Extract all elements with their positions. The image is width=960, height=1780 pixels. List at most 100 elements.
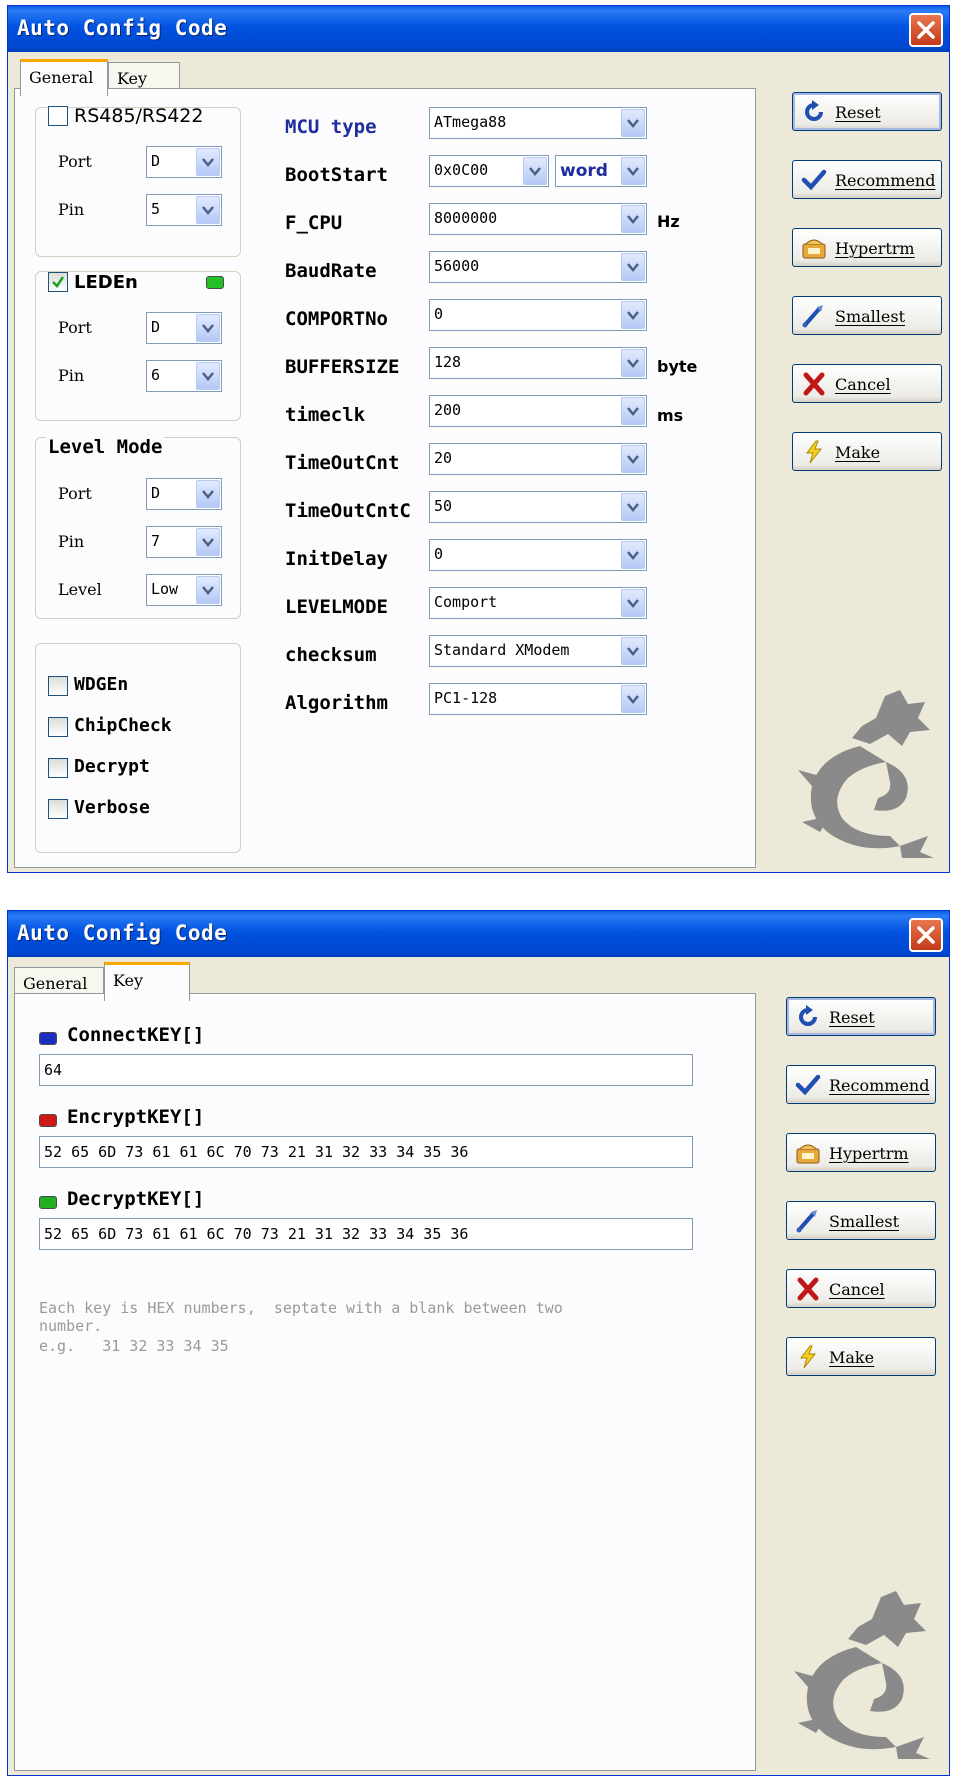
decrypt-checkbox[interactable] (48, 758, 68, 778)
comportno-label: COMPORTNo (285, 308, 388, 330)
verbose-checkbox[interactable] (48, 799, 68, 819)
level-level-select[interactable]: Low (146, 574, 222, 606)
hypertrm-button[interactable]: Hypertrm (792, 228, 942, 267)
baudrate-select[interactable]: 56000 (429, 251, 647, 283)
brush-icon (796, 1210, 817, 1233)
chevron-down-icon (196, 576, 220, 604)
reset-button[interactable]: Reset (786, 997, 936, 1036)
chevron-down-icon (621, 397, 645, 425)
chipcheck-checkbox[interactable] (48, 717, 68, 737)
leden-port-label: Port (58, 318, 92, 337)
window-title: Auto Config Code (17, 16, 228, 40)
cancel-button[interactable]: Cancel (792, 364, 942, 403)
lightning-icon (800, 1345, 817, 1369)
dragon-logo-icon (794, 1591, 930, 1759)
rs485-label: RS485/RS422 (74, 105, 204, 127)
chevron-down-icon (196, 314, 220, 342)
chevron-down-icon (621, 109, 645, 137)
close-button[interactable] (909, 918, 943, 952)
buffersize-unit: byte (657, 357, 698, 376)
level-port-label: Port (58, 484, 92, 503)
decrypt-key-input[interactable]: 52 65 6D 73 61 61 6C 70 73 21 31 32 33 3… (39, 1218, 693, 1250)
chevron-down-icon (196, 196, 220, 224)
smallest-button[interactable]: Smallest (786, 1201, 936, 1240)
led-indicator-icon (206, 276, 224, 289)
chevron-down-icon (621, 589, 645, 617)
leden-checkbox[interactable] (48, 272, 68, 292)
phone-terminal-icon (802, 239, 826, 259)
checksum-select[interactable]: Standard XModem (429, 635, 647, 667)
chevron-down-icon (196, 480, 220, 508)
bootstart-label: BootStart (285, 164, 388, 186)
rs485-pin-select[interactable]: 5 (146, 194, 222, 226)
title-bar[interactable]: Auto Config Code (8, 911, 949, 957)
baudrate-label: BaudRate (285, 260, 377, 282)
decrypt-key-label: DecryptKEY[] (67, 1188, 205, 1210)
cancel-x-icon (803, 372, 825, 396)
key-hint-line1: Each key is HEX numbers, septate with a … (39, 1299, 563, 1317)
chevron-down-icon (621, 301, 645, 329)
algorithm-select[interactable]: PC1-128 (429, 683, 647, 715)
reset-button[interactable]: Reset (792, 92, 942, 131)
timeoutcntc-label: TimeOutCntC (285, 500, 411, 522)
tab-general[interactable]: General (20, 59, 108, 96)
mcu-type-select[interactable]: ATmega88 (429, 107, 647, 139)
bootstart-unit-select[interactable]: word (555, 155, 647, 187)
wdgen-checkbox[interactable] (48, 676, 68, 696)
leden-pin-select[interactable]: 6 (146, 360, 222, 392)
key-panel: ConnectKEY[] 64 EncryptKEY[] 52 65 6D 73… (14, 993, 756, 1771)
options-group: WDGEn ChipCheck Decrypt Verbose (35, 643, 241, 853)
buffersize-select[interactable]: 128 (429, 347, 647, 379)
recommend-button[interactable]: Recommend (792, 160, 942, 199)
chevron-down-icon (196, 362, 220, 390)
chevron-down-icon (621, 253, 645, 281)
encrypt-key-label: EncryptKEY[] (67, 1106, 205, 1128)
bootstart-select[interactable]: 0x0C00 (429, 155, 549, 187)
comportno-select[interactable]: 0 (429, 299, 647, 331)
chevron-down-icon (621, 493, 645, 521)
checkmark-icon (801, 169, 827, 191)
chevron-down-icon (621, 445, 645, 473)
recommend-button[interactable]: Recommend (786, 1065, 936, 1104)
mcu-type-label: MCU type (285, 116, 377, 138)
make-button[interactable]: Make (792, 432, 942, 471)
timeoutcnt-select[interactable]: 20 (429, 443, 647, 475)
make-button[interactable]: Make (786, 1337, 936, 1376)
buffersize-label: BUFFERSIZE (285, 356, 400, 378)
level-port-select[interactable]: D (146, 478, 222, 510)
level-pin-select[interactable]: 7 (146, 526, 222, 558)
smallest-button[interactable]: Smallest (792, 296, 942, 335)
rs485-group: RS485/RS422 Port D Pin 5 (35, 105, 241, 257)
chipcheck-label: ChipCheck (74, 715, 172, 736)
leden-port-select[interactable]: D (146, 312, 222, 344)
refresh-icon (805, 100, 823, 121)
close-icon (917, 926, 935, 944)
cancel-button[interactable]: Cancel (786, 1269, 936, 1308)
key-hint-line2: number. (39, 1317, 103, 1335)
rs485-port-select[interactable]: D (146, 146, 222, 178)
title-bar[interactable]: Auto Config Code (8, 6, 949, 52)
close-button[interactable] (909, 13, 943, 47)
chevron-down-icon (621, 685, 645, 713)
timeoutcntc-select[interactable]: 50 (429, 491, 647, 523)
key-hint-line3: e.g. 31 32 33 34 35 (39, 1337, 229, 1355)
timeclk-select[interactable]: 200 (429, 395, 647, 427)
encrypt-key-input[interactable]: 52 65 6D 73 61 61 6C 70 73 21 31 32 33 3… (39, 1136, 693, 1168)
rs485-checkbox[interactable] (48, 106, 68, 126)
connect-key-label: ConnectKEY[] (67, 1024, 205, 1046)
initdelay-select[interactable]: 0 (429, 539, 647, 571)
tab-key[interactable]: Key (104, 962, 190, 1001)
config-window-general: Auto Config Code General Key RS485/RS422… (7, 5, 950, 873)
rs485-pin-label: Pin (58, 200, 85, 219)
f-cpu-select[interactable]: 8000000 (429, 203, 647, 235)
levelmode-select[interactable]: Comport (429, 587, 647, 619)
chevron-down-icon (196, 528, 220, 556)
lightning-icon (806, 440, 823, 464)
hypertrm-button[interactable]: Hypertrm (786, 1133, 936, 1172)
close-icon (917, 21, 935, 39)
refresh-icon (799, 1005, 817, 1026)
chevron-down-icon (621, 157, 645, 185)
level-level-label: Level (58, 580, 102, 599)
connect-key-input[interactable]: 64 (39, 1054, 693, 1086)
initdelay-label: InitDelay (285, 548, 388, 570)
